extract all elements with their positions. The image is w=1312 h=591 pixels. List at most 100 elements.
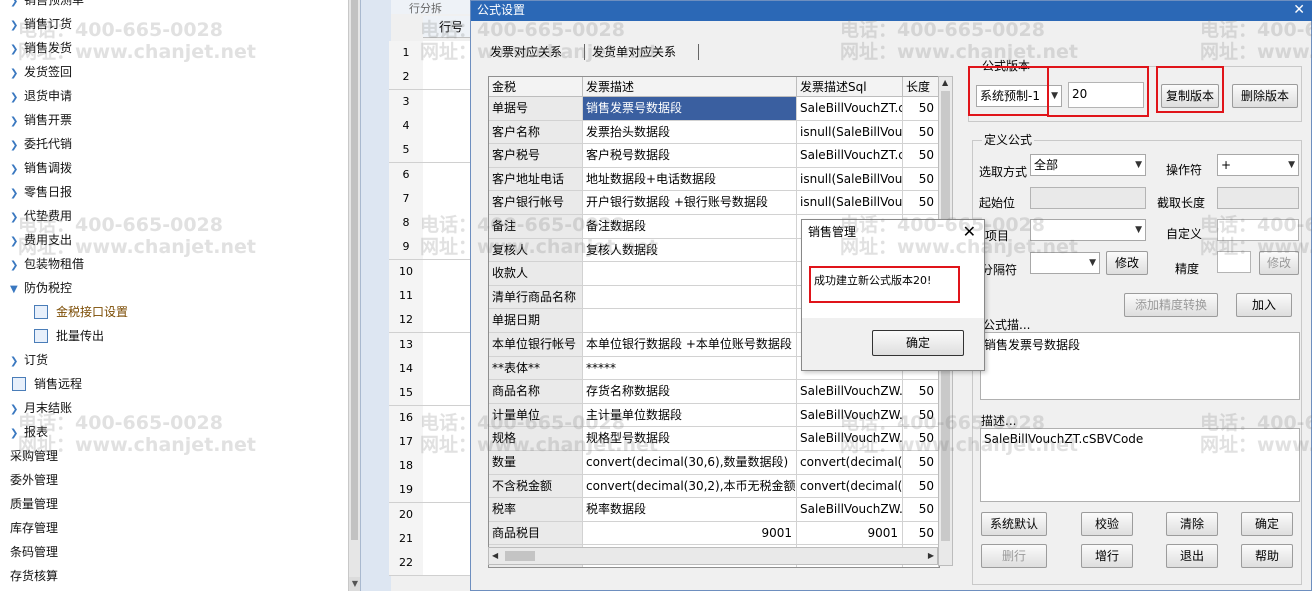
table-cell[interactable]: convert(decimal(30,2),本币无税金额数据段) bbox=[583, 474, 797, 499]
grid-row-cell[interactable] bbox=[423, 41, 471, 66]
operator-select[interactable]: + ▼ bbox=[1217, 154, 1299, 176]
modify-precision-button[interactable]: 修改 bbox=[1259, 251, 1299, 275]
nav-subitem[interactable]: 金税接口设置 bbox=[34, 301, 128, 323]
table-cell[interactable]: 发票抬头数据段 bbox=[583, 120, 797, 145]
table-cell[interactable]: 9001 bbox=[583, 521, 797, 546]
dialog-close-icon[interactable]: ✕ bbox=[1293, 1, 1305, 19]
nav-item[interactable]: ❯ 发货签回 bbox=[10, 61, 72, 83]
table-cell[interactable]: 开户银行数据段 +银行账号数据段 bbox=[583, 191, 797, 215]
grid-row-cell[interactable] bbox=[423, 332, 471, 358]
nav-item[interactable]: ❯ 费用支出 bbox=[10, 229, 72, 251]
cut-length-field[interactable] bbox=[1217, 187, 1299, 209]
nav-top-level-item[interactable]: 条码管理 bbox=[10, 541, 58, 563]
table-cell[interactable]: convert(decimal(30, bbox=[797, 474, 903, 499]
formula-desc-textarea[interactable]: 销售发票号数据段 bbox=[980, 332, 1300, 400]
table-cell[interactable]: SaleBillVouchZW.cl bbox=[797, 403, 903, 428]
table-cell[interactable]: 50 bbox=[903, 427, 939, 451]
table-cell[interactable]: 本单位银行数据段 +本单位账号数据段 bbox=[583, 333, 797, 357]
item-select[interactable]: ▼ bbox=[1030, 219, 1146, 241]
nav-item[interactable]: ❯ 退货申请 bbox=[10, 85, 72, 107]
table-hscroll-thumb[interactable] bbox=[505, 551, 535, 561]
table-cell[interactable]: 地址数据段+电话数据段 bbox=[583, 167, 797, 192]
tab-delivery-mapping[interactable]: 发货单对应关系 bbox=[592, 42, 676, 62]
table-cell[interactable]: 规格型号数据段 bbox=[583, 427, 797, 451]
select-mode-select[interactable]: 全部 ▼ bbox=[1030, 154, 1146, 176]
nav-item[interactable]: ❯ 月末结账 bbox=[10, 397, 72, 419]
nav-top-level-item[interactable]: 存货核算 bbox=[10, 565, 58, 587]
nav-item[interactable]: 销售远程 bbox=[10, 373, 82, 395]
nav-top-level-item[interactable]: 委外管理 bbox=[10, 469, 58, 491]
grid-row-cell[interactable] bbox=[423, 454, 471, 480]
delete-row-button[interactable]: 删行 bbox=[981, 544, 1047, 568]
add-precision-conversion-button[interactable]: 添加精度转换 bbox=[1124, 293, 1218, 317]
table-cell[interactable]: 销售发票号数据段 bbox=[583, 97, 797, 121]
description-textarea[interactable]: SaleBillVouchZT.cSBVCode bbox=[980, 428, 1300, 502]
table-cell[interactable]: 50 bbox=[903, 451, 939, 475]
table-cell[interactable] bbox=[583, 285, 797, 310]
grid-row-cell[interactable] bbox=[423, 356, 471, 382]
grid-row-cell[interactable] bbox=[423, 235, 471, 261]
delete-version-button[interactable]: 删除版本 bbox=[1232, 84, 1298, 108]
table-cell[interactable]: 税率数据段 bbox=[583, 498, 797, 522]
message-close-icon[interactable]: ✕ bbox=[963, 222, 976, 241]
nav-item[interactable]: ❯ 代垫费用 bbox=[10, 205, 72, 227]
table-cell[interactable]: ***** bbox=[583, 356, 797, 381]
grid-row-cell[interactable] bbox=[423, 89, 471, 115]
grid-row-cell[interactable] bbox=[423, 551, 471, 577]
grid-row-cell[interactable] bbox=[423, 186, 471, 212]
table-cell[interactable]: 50 bbox=[903, 380, 939, 404]
table-cell[interactable]: 50 bbox=[903, 474, 939, 499]
grid-row-cell[interactable] bbox=[423, 162, 471, 188]
nav-top-level-item[interactable]: 采购管理 bbox=[10, 445, 58, 467]
grid-row-cell[interactable] bbox=[423, 65, 471, 91]
table-cell[interactable]: 50 bbox=[903, 521, 939, 546]
scroll-right-arrow[interactable]: ▶ bbox=[928, 551, 934, 560]
grid-row-cell[interactable] bbox=[423, 113, 471, 139]
scroll-up-arrow[interactable]: ▲ bbox=[942, 78, 948, 87]
grid-row-cell[interactable] bbox=[423, 405, 471, 431]
clear-button[interactable]: 清除 bbox=[1166, 512, 1218, 536]
nav-item[interactable]: ❯ 报表 bbox=[10, 421, 48, 443]
add-row-button[interactable]: 增行 bbox=[1081, 544, 1133, 568]
nav-top-level-item[interactable]: 质量管理 bbox=[10, 493, 58, 515]
table-cell[interactable]: SaleBillVouchZT.cS bbox=[797, 97, 903, 121]
table-cell[interactable]: 存货名称数据段 bbox=[583, 380, 797, 404]
table-horizontal-scrollbar[interactable]: ◀ ▶ bbox=[488, 547, 938, 565]
table-cell[interactable]: SaleBillVouchZW.cl bbox=[797, 380, 903, 404]
grid-row-cell[interactable] bbox=[423, 259, 471, 285]
precision-field[interactable] bbox=[1217, 251, 1251, 273]
nav-item[interactable]: ❯ 销售调拨 bbox=[10, 157, 72, 179]
table-cell[interactable]: isnull(SaleBillVouchZ bbox=[797, 191, 903, 215]
grid-row-cell[interactable] bbox=[423, 138, 471, 164]
scroll-left-arrow[interactable]: ◀ bbox=[492, 551, 498, 560]
table-cell[interactable]: SaleBillVouchZW.cl bbox=[797, 427, 903, 451]
table-cell[interactable] bbox=[583, 262, 797, 286]
table-cell[interactable]: 9001 bbox=[797, 521, 903, 546]
table-cell[interactable]: 备注数据段 bbox=[583, 215, 797, 239]
message-ok-button[interactable]: 确定 bbox=[872, 330, 964, 356]
nav-item[interactable]: ❯ 销售开票 bbox=[10, 109, 72, 131]
tab-invoice-mapping[interactable]: 发票对应关系 bbox=[490, 42, 562, 62]
add-button[interactable]: 加入 bbox=[1236, 293, 1292, 317]
table-cell[interactable]: 50 bbox=[903, 498, 939, 522]
separator-select[interactable]: ▼ bbox=[1030, 252, 1100, 274]
table-cell[interactable]: 50 bbox=[903, 144, 939, 168]
table-cell[interactable]: 50 bbox=[903, 403, 939, 428]
grid-row-cell[interactable] bbox=[423, 284, 471, 309]
table-cell[interactable]: isnull(SaleBillVouchZ bbox=[797, 120, 903, 145]
grid-row-cell[interactable] bbox=[423, 308, 471, 334]
table-cell[interactable]: SaleBillVouchZT.cC bbox=[797, 144, 903, 168]
grid-row-cell[interactable] bbox=[423, 381, 471, 407]
nav-item[interactable]: ❯ 销售预测单 bbox=[10, 0, 84, 11]
table-cell[interactable]: 50 bbox=[903, 120, 939, 145]
grid-row-cell[interactable] bbox=[423, 429, 471, 455]
grid-row-cell[interactable] bbox=[423, 478, 471, 504]
system-default-button[interactable]: 系统默认 bbox=[981, 512, 1047, 536]
verify-button[interactable]: 校验 bbox=[1081, 512, 1133, 536]
nav-item[interactable]: ❯ 包装物租借 bbox=[10, 253, 84, 275]
nav-item[interactable]: ▼ 防伪税控 bbox=[10, 277, 72, 299]
table-cell[interactable]: 50 bbox=[903, 97, 939, 121]
table-cell[interactable]: 50 bbox=[903, 167, 939, 192]
grid-row-cell[interactable] bbox=[423, 527, 471, 552]
table-cell[interactable]: 客户税号数据段 bbox=[583, 144, 797, 168]
